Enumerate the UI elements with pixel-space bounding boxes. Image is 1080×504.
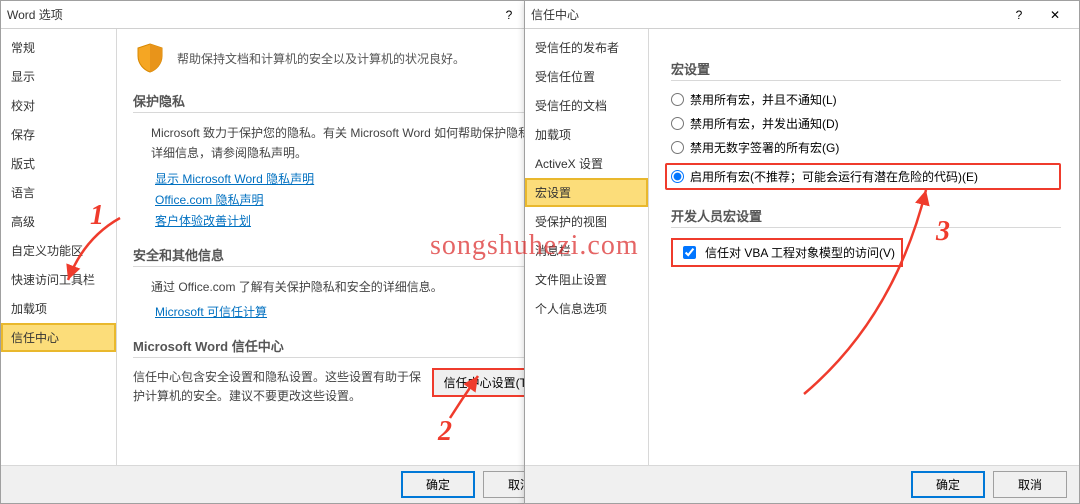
nav-proofing[interactable]: 校对 <box>1 91 116 120</box>
options-header-text: 帮助保持文档和计算机的安全以及计算机的状况良好。 <box>177 50 465 67</box>
nav-addins[interactable]: 加载项 <box>1 294 116 323</box>
link-ceip[interactable]: 客户体验改善计划 <box>155 212 553 229</box>
options-title-bar: Word 选项 ? ✕ <box>1 1 569 29</box>
options-nav: 常规 显示 校对 保存 版式 语言 高级 自定义功能区 快速访问工具栏 加载项 … <box>1 29 117 465</box>
trust-ok-button[interactable]: 确定 <box>911 471 985 498</box>
tc-nav-addins[interactable]: 加载项 <box>525 120 648 149</box>
nav-trust-center[interactable]: 信任中心 <box>1 323 116 352</box>
options-ok-button[interactable]: 确定 <box>401 471 475 498</box>
tc-nav-file-block[interactable]: 文件阻止设置 <box>525 265 648 294</box>
vba-trust-checkbox-row[interactable]: 信任对 VBA 工程对象模型的访问(V) <box>671 238 903 267</box>
nav-save[interactable]: 保存 <box>1 120 116 149</box>
nav-language[interactable]: 语言 <box>1 178 116 207</box>
nav-advanced[interactable]: 高级 <box>1 207 116 236</box>
macro-radio-2[interactable] <box>671 141 684 154</box>
vba-trust-label: 信任对 VBA 工程对象模型的访问(V) <box>705 244 895 261</box>
macro-radio-disable-notify[interactable]: 禁用所有宏，并发出通知(D) <box>671 115 1061 132</box>
macro-radio-1[interactable] <box>671 117 684 130</box>
tc-nav-message-bar[interactable]: 消息栏 <box>525 236 648 265</box>
macro-radio-enable-all[interactable]: 启用所有宏(不推荐；可能会运行有潜在危险的代码)(E) <box>665 163 1061 190</box>
link-word-privacy[interactable]: 显示 Microsoft Word 隐私声明 <box>155 170 553 187</box>
options-help-button[interactable]: ? <box>491 2 527 28</box>
macro-radio-1-label: 禁用所有宏，并发出通知(D) <box>690 115 839 132</box>
dev-macro-section-title: 开发人员宏设置 <box>671 206 1061 228</box>
privacy-section-title: 保护隐私 <box>133 91 553 113</box>
macro-radio-3-label: 启用所有宏(不推荐；可能会运行有潜在危险的代码)(E) <box>690 168 978 185</box>
nav-general[interactable]: 常规 <box>1 33 116 62</box>
link-office-privacy[interactable]: Office.com 隐私声明 <box>155 191 553 208</box>
macro-radio-disable-unsigned[interactable]: 禁用无数字签署的所有宏(G) <box>671 139 1061 156</box>
nav-quick-access[interactable]: 快速访问工具栏 <box>1 265 116 294</box>
trust-footer: 确定 取消 <box>525 465 1079 503</box>
options-title: Word 选项 <box>7 6 491 23</box>
security-body: 通过 Office.com 了解有关保护隐私和安全的详细信息。 <box>151 277 553 297</box>
trust-title-bar: 信任中心 ? ✕ <box>525 1 1079 29</box>
tc-nav-privacy[interactable]: 个人信息选项 <box>525 294 648 323</box>
macro-section-title: 宏设置 <box>671 59 1061 81</box>
nav-display[interactable]: 显示 <box>1 62 116 91</box>
tc-nav-documents[interactable]: 受信任的文档 <box>525 91 648 120</box>
options-footer: 确定 取消 <box>1 465 569 503</box>
macro-radio-3[interactable] <box>671 170 684 183</box>
nav-layout[interactable]: 版式 <box>1 149 116 178</box>
trust-center-section-title: Microsoft Word 信任中心 <box>133 336 553 358</box>
trust-nav: 受信任的发布者 受信任位置 受信任的文档 加载项 ActiveX 设置 宏设置 … <box>525 29 649 465</box>
trust-close-button[interactable]: ✕ <box>1037 2 1073 28</box>
macro-radio-disable-no-notify[interactable]: 禁用所有宏，并且不通知(L) <box>671 91 1061 108</box>
shield-icon <box>133 41 167 75</box>
trust-center-body: 信任中心包含安全设置和隐私设置。这些设置有助于保护计算机的安全。建议不要更改这些… <box>133 368 422 406</box>
trust-help-button[interactable]: ? <box>1001 2 1037 28</box>
trust-center-dialog: 信任中心 ? ✕ 受信任的发布者 受信任位置 受信任的文档 加载项 Active… <box>524 0 1080 504</box>
tc-nav-activex[interactable]: ActiveX 设置 <box>525 149 648 178</box>
link-trusted-computing[interactable]: Microsoft 可信任计算 <box>155 303 553 320</box>
macro-radio-2-label: 禁用无数字签署的所有宏(G) <box>690 139 839 156</box>
macro-radio-0-label: 禁用所有宏，并且不通知(L) <box>690 91 837 108</box>
vba-trust-checkbox[interactable] <box>683 246 696 259</box>
trust-content: 宏设置 禁用所有宏，并且不通知(L) 禁用所有宏，并发出通知(D) 禁用无数字签… <box>649 29 1079 465</box>
tc-nav-publishers[interactable]: 受信任的发布者 <box>525 33 648 62</box>
options-content: 帮助保持文档和计算机的安全以及计算机的状况良好。 保护隐私 Microsoft … <box>117 29 569 465</box>
nav-customize-ribbon[interactable]: 自定义功能区 <box>1 236 116 265</box>
trust-title: 信任中心 <box>531 6 1001 23</box>
privacy-body: Microsoft 致力于保护您的隐私。有关 Microsoft Word 如何… <box>151 123 553 164</box>
tc-nav-locations[interactable]: 受信任位置 <box>525 62 648 91</box>
tc-nav-macro[interactable]: 宏设置 <box>525 178 648 207</box>
trust-cancel-button[interactable]: 取消 <box>993 471 1067 498</box>
tc-nav-protected-view[interactable]: 受保护的视图 <box>525 207 648 236</box>
security-section-title: 安全和其他信息 <box>133 245 553 267</box>
macro-radio-0[interactable] <box>671 93 684 106</box>
word-options-dialog: Word 选项 ? ✕ 常规 显示 校对 保存 版式 语言 高级 自定义功能区 … <box>0 0 570 504</box>
